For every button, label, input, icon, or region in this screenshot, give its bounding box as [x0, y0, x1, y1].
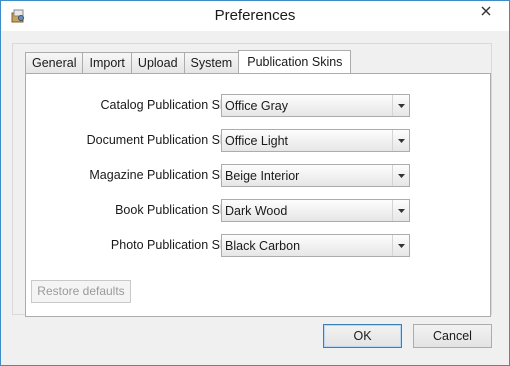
- chevron-down-icon[interactable]: [392, 130, 409, 151]
- tab-strip: General Import Upload System Publication…: [25, 50, 352, 74]
- cancel-button[interactable]: Cancel: [413, 324, 492, 348]
- photo-skin-select[interactable]: Black Carbon: [221, 234, 410, 257]
- chevron-down-icon[interactable]: [392, 200, 409, 221]
- book-skin-value: Dark Wood: [225, 204, 288, 218]
- magazine-skin-value: Beige Interior: [225, 169, 300, 183]
- document-skin-select[interactable]: Office Light: [221, 129, 410, 152]
- window-title: Preferences: [214, 7, 296, 24]
- tab-general[interactable]: General: [25, 52, 84, 73]
- catalog-skin-value: Office Gray: [225, 99, 288, 113]
- catalog-skin-label: Catalog Publication Skin: [100, 98, 237, 112]
- catalog-skin-row: Catalog Publication Skin Office Gray: [26, 94, 492, 118]
- tab-publication-skins[interactable]: Publication Skins: [238, 50, 352, 74]
- close-icon: [481, 5, 491, 19]
- magazine-skin-row: Magazine Publication Skin Beige Interior: [26, 164, 492, 188]
- photo-skin-label: Photo Publication Skin: [110, 238, 236, 252]
- preferences-window: Preferences General Import Upload System…: [0, 0, 510, 366]
- publication-skins-page: Catalog Publication Skin Office Gray Doc…: [25, 73, 491, 317]
- book-skin-row: Book Publication Skin Dark Wood: [26, 199, 492, 223]
- book-skin-label: Book Publication Skin: [115, 203, 236, 217]
- close-button[interactable]: [471, 1, 501, 23]
- book-skin-select[interactable]: Dark Wood: [221, 199, 410, 222]
- photo-skin-row: Photo Publication Skin Black Carbon: [26, 234, 492, 258]
- photo-skin-value: Black Carbon: [225, 239, 301, 253]
- document-skin-row: Document Publication Skin Office Light: [26, 129, 492, 153]
- tab-system[interactable]: System: [183, 52, 240, 73]
- title-bar[interactable]: Preferences: [1, 1, 509, 31]
- magazine-skin-label: Magazine Publication Skin: [89, 168, 236, 182]
- chevron-down-icon[interactable]: [392, 235, 409, 256]
- chevron-down-icon[interactable]: [392, 165, 409, 186]
- catalog-skin-select[interactable]: Office Gray: [221, 94, 410, 117]
- restore-defaults-button[interactable]: Restore defaults: [31, 280, 131, 303]
- tab-upload[interactable]: Upload: [130, 52, 185, 73]
- document-skin-value: Office Light: [225, 134, 289, 148]
- chevron-down-icon[interactable]: [392, 95, 409, 116]
- ok-button[interactable]: OK: [323, 324, 402, 348]
- document-skin-label: Document Publication Skin: [86, 133, 236, 147]
- tab-import[interactable]: Import: [82, 52, 132, 73]
- magazine-skin-select[interactable]: Beige Interior: [221, 164, 410, 187]
